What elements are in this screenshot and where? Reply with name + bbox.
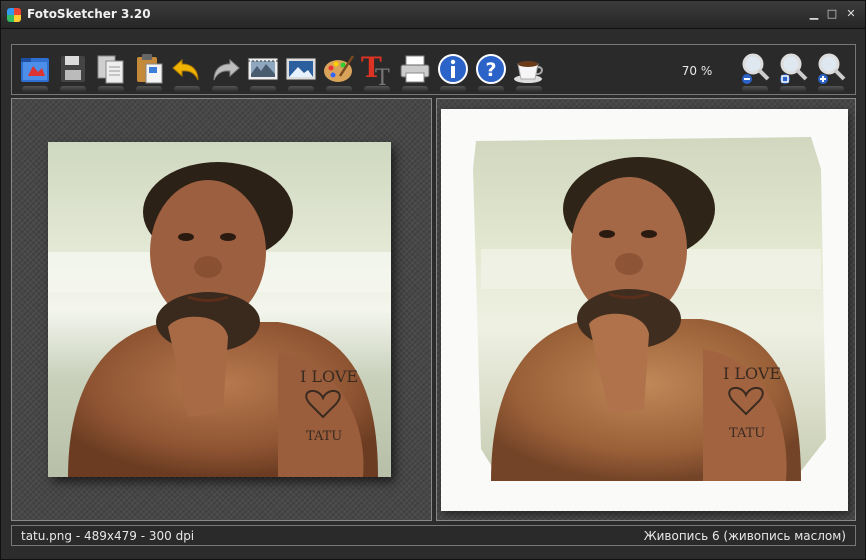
button-reflection xyxy=(818,86,844,92)
button-reflection xyxy=(136,86,162,92)
app-window: FotoSketcher 3.20 ▁ □ ✕ T T ? 70 % I LOV… xyxy=(0,0,866,560)
button-reflection xyxy=(60,86,86,92)
svg-text:T: T xyxy=(375,66,390,86)
button-reflection xyxy=(288,86,314,92)
result-tattoo-text-2: TATU xyxy=(729,426,765,441)
toolbar: T T ? 70 % xyxy=(11,44,856,95)
button-reflection xyxy=(516,86,542,92)
status-bar: tatu.png - 489x479 - 300 dpi Живопись 6 … xyxy=(11,525,856,546)
result-tattoo-text-1: I LOVE xyxy=(723,364,781,383)
zoom-out-button[interactable] xyxy=(738,52,772,92)
file-info: tatu.png - 489x479 - 300 dpi xyxy=(21,529,195,543)
button-reflection xyxy=(780,86,806,92)
svg-text:?: ? xyxy=(485,59,496,81)
zoom-level: 70 % xyxy=(681,64,713,78)
effect-name: Живопись 6 (живопись маслом) xyxy=(643,529,846,543)
button-reflection xyxy=(440,86,466,92)
zoom-fit-icon xyxy=(780,53,808,84)
button-reflection xyxy=(250,86,276,92)
zoom-fit-button[interactable] xyxy=(776,52,810,92)
save-button[interactable] xyxy=(56,52,90,92)
tattoo-text-1: I LOVE xyxy=(300,367,358,386)
picture-icon xyxy=(285,57,317,81)
coffee-cup-icon xyxy=(514,61,543,83)
open-folder-icon xyxy=(21,58,49,82)
text-button[interactable]: T T xyxy=(360,52,394,92)
donate-button[interactable] xyxy=(512,52,546,92)
text-icon: T T xyxy=(361,52,390,86)
parameters-button[interactable] xyxy=(246,52,280,92)
result-paper: I LOVE TATU xyxy=(441,109,848,511)
button-reflection xyxy=(742,86,768,92)
button-reflection xyxy=(98,86,124,92)
tattoo-text-2: TATU xyxy=(306,429,342,444)
palette-button[interactable] xyxy=(322,52,356,92)
picture-button[interactable] xyxy=(284,52,318,92)
open-button[interactable] xyxy=(18,52,52,92)
close-button[interactable]: ✕ xyxy=(844,7,858,21)
button-reflection xyxy=(174,86,200,92)
window-title: FotoSketcher 3.20 xyxy=(27,7,151,21)
save-icon xyxy=(61,56,85,82)
info-button[interactable] xyxy=(436,52,470,92)
print-button[interactable] xyxy=(398,52,432,92)
app-logo-icon xyxy=(7,8,21,22)
undo-button[interactable] xyxy=(170,52,204,92)
button-reflection xyxy=(212,86,238,92)
copy-icon xyxy=(97,55,124,84)
zoom-in-button[interactable] xyxy=(814,52,848,92)
undo-icon xyxy=(172,58,199,81)
source-image-pane[interactable]: I LOVE TATU xyxy=(11,98,432,521)
result-image-pane[interactable]: I LOVE TATU xyxy=(436,98,856,521)
minimize-button[interactable]: ▁ xyxy=(807,7,821,21)
button-reflection xyxy=(364,86,390,92)
maximize-button[interactable]: □ xyxy=(825,7,839,21)
source-photo-image: I LOVE TATU xyxy=(48,142,391,477)
paste-button[interactable] xyxy=(132,52,166,92)
result-painting-image: I LOVE TATU xyxy=(441,109,848,511)
source-photo: I LOVE TATU xyxy=(48,142,391,477)
parameters-icon xyxy=(247,57,279,81)
print-icon xyxy=(400,55,430,83)
help-icon: ? xyxy=(476,54,506,84)
copy-button[interactable] xyxy=(94,52,128,92)
paste-icon xyxy=(137,54,163,84)
info-icon xyxy=(438,54,468,84)
zoom-in-icon xyxy=(818,53,846,84)
title-bar[interactable]: FotoSketcher 3.20 ▁ □ ✕ xyxy=(1,1,865,29)
button-reflection xyxy=(22,86,48,92)
palette-icon xyxy=(324,55,355,82)
help-button[interactable]: ? xyxy=(474,52,508,92)
redo-icon xyxy=(213,58,240,81)
button-reflection xyxy=(326,86,352,92)
zoom-out-icon xyxy=(742,53,770,84)
button-reflection xyxy=(402,86,428,92)
redo-button[interactable] xyxy=(208,52,242,92)
button-reflection xyxy=(478,86,504,92)
